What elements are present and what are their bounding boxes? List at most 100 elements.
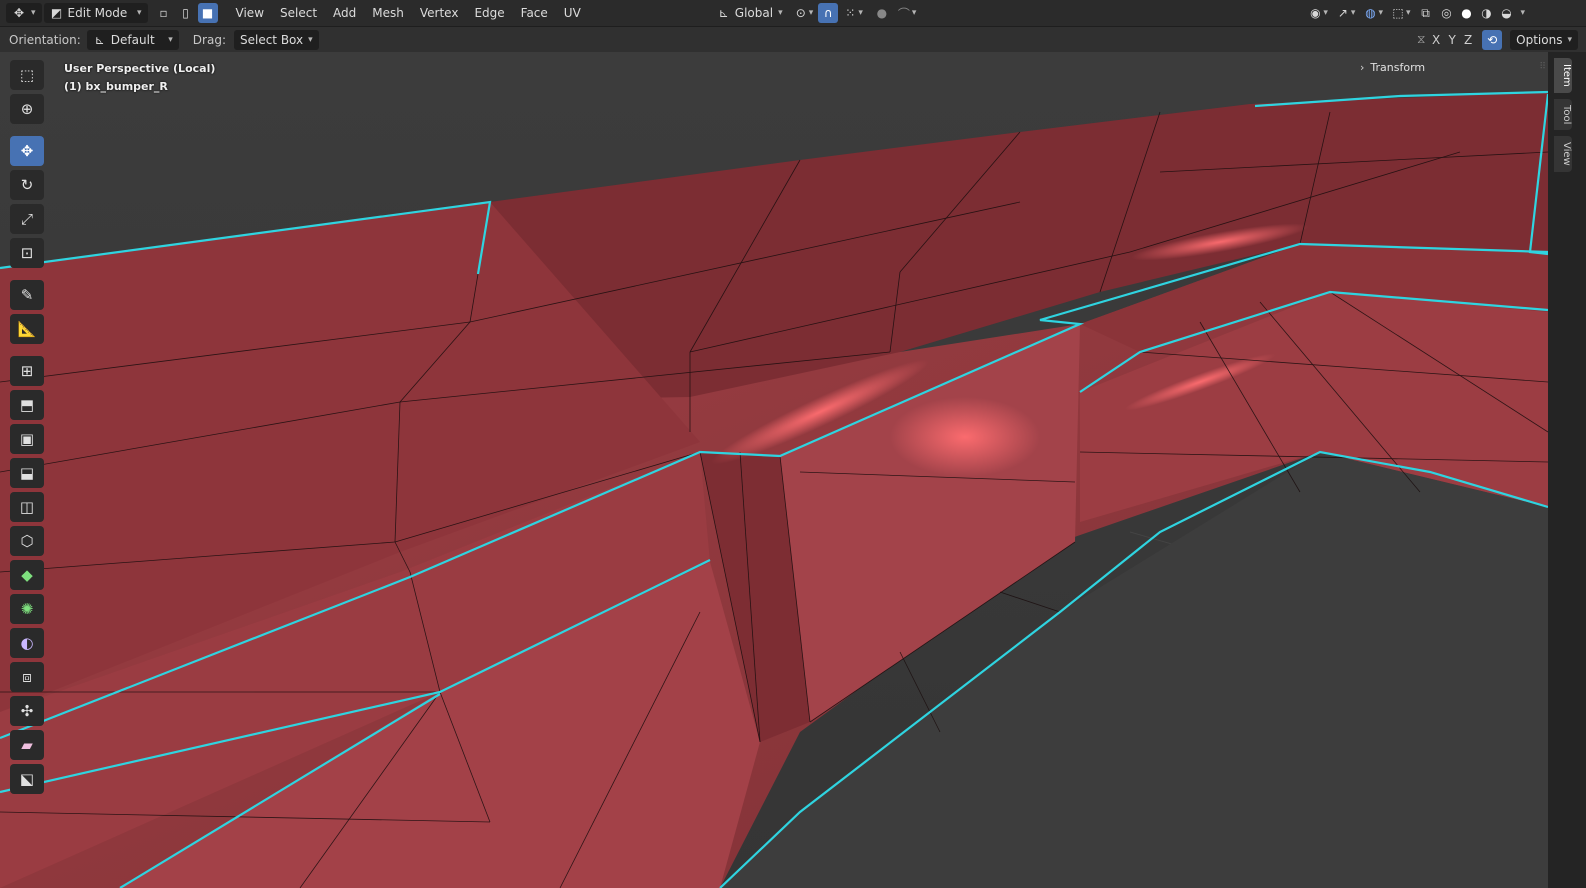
bevel-icon: ⬓ <box>19 464 35 482</box>
wireframe-shading-icon: ◎ <box>1441 6 1452 20</box>
overlays-toggle[interactable]: ◍ ▾ <box>1360 3 1386 23</box>
chevron-down-icon: ▾ <box>308 34 313 45</box>
rip-icon: ⬕ <box>19 770 35 788</box>
orientation-axes-icon: ⊾ <box>94 32 105 47</box>
menu-add[interactable]: Add <box>325 6 364 20</box>
tool-inset-faces[interactable]: ▣ <box>10 424 44 454</box>
face-select-button[interactable]: ■ <box>197 3 218 23</box>
menu-mesh[interactable]: Mesh <box>364 6 412 20</box>
mode-dropdown[interactable]: ◩ Edit Mode ▾ <box>43 3 148 23</box>
edge-select-icon: ▯ <box>182 6 189 20</box>
drag-handle-icon[interactable]: ⠿ <box>1539 62 1546 72</box>
proportional-edit-toggle[interactable]: ● <box>872 3 892 23</box>
drag-setting-value: Select Box <box>239 32 304 47</box>
chevron-right-icon: › <box>1360 60 1365 74</box>
proportional-icon: ● <box>876 6 888 20</box>
auto-merge-icon: ⟲ <box>1487 32 1498 47</box>
rendered-shading-icon: ◒ <box>1501 6 1512 20</box>
xray-toggle[interactable]: ⧉ <box>1416 3 1436 23</box>
menu-edge[interactable]: Edge <box>466 6 512 20</box>
shrink-fatten-icon: ✣ <box>20 702 34 720</box>
spin-icon: ✺ <box>20 600 34 618</box>
shading-wireframe-button[interactable]: ◎ <box>1438 3 1456 23</box>
tool-add-cube[interactable]: ⊞ <box>10 356 44 386</box>
perspective-text: User Perspective (Local) <box>64 62 216 75</box>
menu-uv[interactable]: UV <box>556 6 589 20</box>
gizmo-toggle[interactable]: ↗ ▾ <box>1333 3 1359 23</box>
inset-icon: ▣ <box>19 430 35 448</box>
mirror-icon: ⧖ <box>1416 32 1426 46</box>
mesh-render <box>0 52 1548 888</box>
mirror-x-toggle[interactable]: X <box>1428 33 1444 47</box>
sidebar-tab-item[interactable]: Item <box>1554 58 1572 93</box>
menu-select[interactable]: Select <box>272 6 325 20</box>
drag-setting-dropdown[interactable]: Select Box ▾ <box>233 29 319 50</box>
tool-rip-region[interactable]: ⬕ <box>10 764 44 794</box>
transform-panel-header[interactable]: › Transform ⠿ <box>1360 57 1546 77</box>
tool-cursor[interactable]: ⊕ <box>10 94 44 124</box>
shading-solid-button[interactable]: ● <box>1458 3 1476 23</box>
mirror-y-toggle[interactable]: Y <box>1444 33 1460 47</box>
snap-toggle[interactable]: ∩ <box>818 3 839 23</box>
snap-target-dropdown[interactable]: ⁙ ▾ <box>840 3 866 23</box>
eye-icon: ◉ <box>1310 6 1321 20</box>
editor-type-button[interactable]: ✥ ▾ <box>6 3 42 23</box>
face-select-icon: ■ <box>201 6 214 20</box>
tool-shear[interactable]: ▰ <box>10 730 44 760</box>
chevron-down-icon: ▾ <box>1567 34 1572 45</box>
tool-knife[interactable]: ⬡ <box>10 526 44 556</box>
knife-icon: ⬡ <box>20 532 34 550</box>
sidebar-tab-tool[interactable]: Tool <box>1554 98 1572 131</box>
chevron-down-icon: ▾ <box>1323 8 1328 18</box>
shading-options-dropdown[interactable]: ▾ <box>1518 3 1529 23</box>
chevron-down-icon: ▾ <box>31 8 36 18</box>
tool-spin[interactable]: ✺ <box>10 594 44 624</box>
tool-scale[interactable]: ⤢ <box>10 204 44 234</box>
orientation-setting-dropdown[interactable]: ⊾ Default ▾ <box>86 29 179 50</box>
tool-extrude-region[interactable]: ⬒ <box>10 390 44 420</box>
overlays-icon: ◍ <box>1365 6 1376 20</box>
shear-icon: ▰ <box>21 736 33 754</box>
tool-poly-build[interactable]: ◆ <box>10 560 44 590</box>
tool-edge-slide[interactable]: ⧈ <box>10 662 44 692</box>
tool-select-box[interactable]: ⬚ <box>10 60 44 90</box>
menu-face[interactable]: Face <box>513 6 556 20</box>
tool-measure[interactable]: 📐 <box>10 314 44 344</box>
cursor-icon: ⊕ <box>20 100 34 118</box>
pivot-point-dropdown[interactable]: ⊙ ▾ <box>791 3 817 23</box>
gizmo-icon: ↗ <box>1337 6 1348 20</box>
visibility-dropdown[interactable]: ◉ ▾ <box>1305 3 1331 23</box>
specular-highlight <box>890 397 1040 477</box>
transform-icon: ⊡ <box>20 244 34 262</box>
tool-smooth[interactable]: ◐ <box>10 628 44 658</box>
tool-loop-cut[interactable]: ◫ <box>10 492 44 522</box>
chevron-down-icon: ▾ <box>137 8 142 18</box>
vertex-select-button[interactable]: ▫ <box>154 3 174 23</box>
transform-orientation-dropdown[interactable]: ⊾ Global ▾ <box>711 3 789 23</box>
tool-shrink-fatten[interactable]: ✣ <box>10 696 44 726</box>
tool-move[interactable]: ✥ <box>10 136 44 166</box>
add-cube-icon: ⊞ <box>20 362 34 380</box>
select-box-icon: ⬚ <box>19 66 35 84</box>
falloff-dropdown[interactable]: ⌒ ▾ <box>894 3 920 23</box>
options-dropdown[interactable]: Options ▾ <box>1510 29 1578 50</box>
chevron-down-icon: ▾ <box>1378 8 1383 18</box>
chevron-down-icon: ▾ <box>1350 8 1356 18</box>
menu-vertex[interactable]: Vertex <box>412 6 467 20</box>
vertex-select-icon: ▫ <box>159 6 168 20</box>
tool-rotate[interactable]: ↻ <box>10 170 44 200</box>
move-icon: ✥ <box>20 142 34 160</box>
sidebar-tab-view[interactable]: View <box>1554 136 1572 172</box>
tool-annotate[interactable]: ✎ <box>10 280 44 310</box>
tool-bevel[interactable]: ⬓ <box>10 458 44 488</box>
menu-view[interactable]: View <box>228 6 272 20</box>
edge-select-button[interactable]: ▯ <box>176 3 196 23</box>
mesh-edit-overlays-toggle[interactable]: ⬚ ▾ <box>1388 3 1414 23</box>
measure-icon: 📐 <box>17 320 37 338</box>
shading-material-button[interactable]: ◑ <box>1478 3 1496 23</box>
tool-transform[interactable]: ⊡ <box>10 238 44 268</box>
mirror-z-toggle[interactable]: Z <box>1460 33 1476 47</box>
shading-rendered-button[interactable]: ◒ <box>1498 3 1516 23</box>
auto-merge-toggle[interactable]: ⟲ <box>1482 29 1503 50</box>
3d-viewport[interactable]: User Perspective (Local) (1) bx_bumper_R… <box>0 52 1548 888</box>
